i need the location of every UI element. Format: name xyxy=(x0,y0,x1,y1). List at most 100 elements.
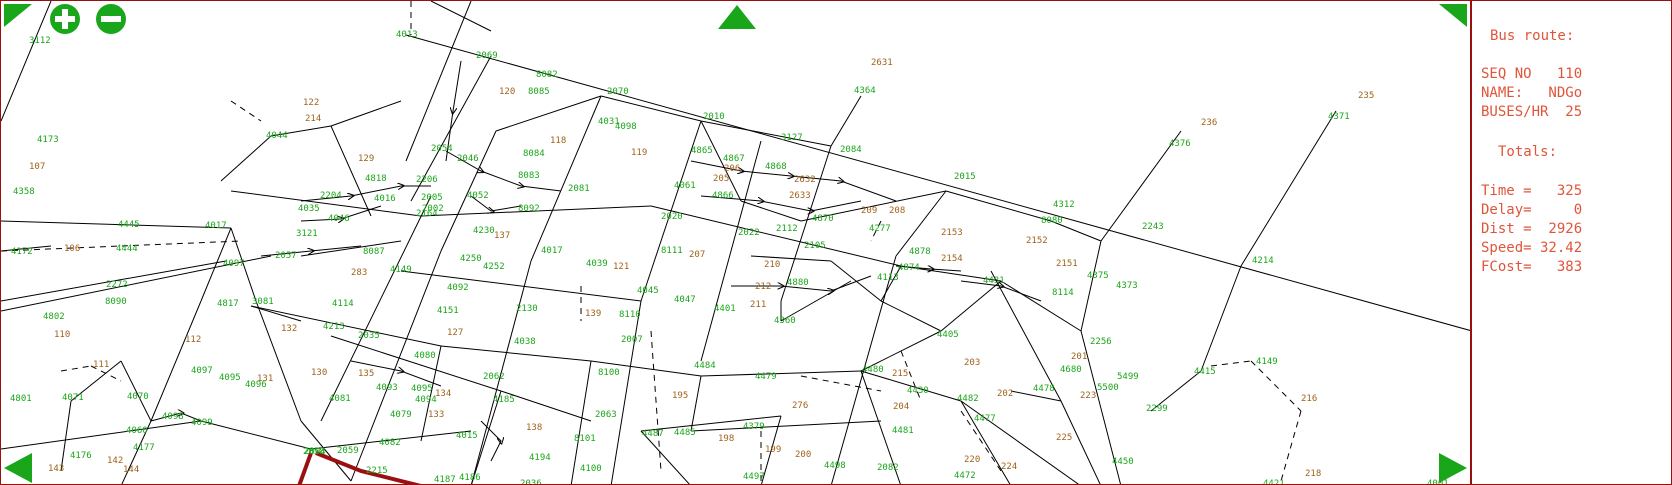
buses-per-hour: BUSES/HR 25 xyxy=(1481,104,1583,120)
node-label: 2204 xyxy=(320,191,342,201)
node-label: 4060 xyxy=(126,426,148,436)
node-label: 4194 xyxy=(529,453,551,463)
node-label: 4185 xyxy=(493,395,515,405)
node-label: 4070 xyxy=(127,392,149,402)
node-label: 216 xyxy=(1301,394,1317,404)
pan-left-button[interactable] xyxy=(3,452,33,484)
node-label: 2084 xyxy=(840,145,862,155)
node-label: 137 xyxy=(494,231,510,241)
node-label: 4017 xyxy=(205,221,227,231)
zoom-out-button[interactable] xyxy=(93,3,129,35)
node-label: 4039 xyxy=(586,259,608,269)
node-label: 4187 xyxy=(434,475,456,485)
node-label: 2005 xyxy=(421,193,443,203)
node-label: 2105 xyxy=(804,241,826,251)
node-label: 2130 xyxy=(516,304,538,314)
node-label: 2081 xyxy=(568,184,590,194)
node-label: 2070 xyxy=(607,87,629,97)
pan-up-right-button[interactable] xyxy=(1438,3,1468,29)
node-label: 2243 xyxy=(1142,222,1164,232)
pan-right-button[interactable] xyxy=(1438,452,1468,484)
total-fcost: FCost= 383 xyxy=(1481,259,1583,275)
node-label: 121 xyxy=(613,262,629,272)
node-label: 134 xyxy=(435,389,451,399)
node-label: 8082 xyxy=(536,70,558,80)
node-label: 4801 xyxy=(10,394,32,404)
network-map[interactable]: 3112 4013 2069 8082 8085 120 2631 4364 235 4371 23… xyxy=(0,0,1471,485)
node-label: 4498 xyxy=(824,461,846,471)
node-label: 4173 xyxy=(37,135,59,145)
node-label: 4250 xyxy=(460,254,482,264)
node-label: 4045 xyxy=(637,286,659,296)
node-label: 4497 xyxy=(743,472,765,482)
node-label: 3081 xyxy=(252,297,274,307)
total-speed: Speed= 32.42 xyxy=(1481,240,1583,256)
node-label: 215 xyxy=(892,369,908,379)
node-label: 2069 xyxy=(476,51,498,61)
node-label: 2164 xyxy=(416,209,438,219)
node-label: 8111 xyxy=(661,246,683,256)
node-label: 4071 xyxy=(62,393,84,403)
node-label: 4472 xyxy=(954,471,976,481)
node-label: 199 xyxy=(765,445,781,455)
node-label: 4485 xyxy=(674,428,696,438)
node-label: 4373 xyxy=(1116,281,1138,291)
node-label: 4015 xyxy=(456,431,478,441)
node-label: 4379 xyxy=(743,422,765,432)
route-info-panel: Bus route: SEQ NO 110 NAME: NDGo BUSES/H… xyxy=(1471,0,1672,485)
pan-up-left-button[interactable] xyxy=(3,3,33,29)
node-label: 4035 xyxy=(298,204,320,214)
node-label: 207 xyxy=(689,250,705,260)
node-label: 2035 xyxy=(358,331,380,341)
node-label: 4093 xyxy=(376,383,398,393)
total-time: Time = 325 xyxy=(1481,183,1583,199)
node-label: 4114 xyxy=(332,299,354,309)
node-label: 4095 xyxy=(411,384,433,394)
node-label: 2272 xyxy=(106,280,128,290)
node-label: 3121 xyxy=(296,229,318,239)
node-label: 118 xyxy=(550,136,566,146)
node-label: 132 xyxy=(281,324,297,334)
node-label: 235 xyxy=(1358,91,1374,101)
node-label: 4214 xyxy=(1252,256,1274,266)
node-label: 2022 xyxy=(738,228,760,238)
node-label: 225 xyxy=(1056,433,1072,443)
node-label: 4100 xyxy=(580,464,602,474)
node-label: 4098 xyxy=(615,122,637,132)
node-label: 4481 xyxy=(892,426,914,436)
node-label: 4252 xyxy=(483,262,505,272)
node-label: 4016 xyxy=(374,194,396,204)
node-label: 2206 xyxy=(416,175,438,185)
pan-up-button[interactable] xyxy=(717,4,757,30)
totals-title: Totals: xyxy=(1498,144,1558,160)
seq-no: SEQ NO 110 xyxy=(1481,66,1583,82)
node-label: 4868 xyxy=(765,162,787,172)
node-label: 2057 xyxy=(275,251,297,261)
node-label: 8101 xyxy=(574,434,596,444)
node-label: 4061 xyxy=(674,181,696,191)
node-label: 2632 xyxy=(794,175,816,185)
node-label: 4870 xyxy=(812,214,834,224)
node-label: 112 xyxy=(185,335,201,345)
node-label: 4097 xyxy=(223,259,245,269)
zoom-in-button[interactable] xyxy=(47,3,83,35)
node-label: 8080 xyxy=(1041,216,1063,226)
node-label: 4080 xyxy=(414,351,436,361)
node-label: 4479 xyxy=(755,372,777,382)
node-label: 4038 xyxy=(514,337,536,347)
node-label: 4477 xyxy=(974,414,996,424)
node-label: 4818 xyxy=(365,174,387,184)
node-label: 4478 xyxy=(1033,384,1055,394)
road-network[interactable]: 3112 4013 2069 8082 8085 120 2631 4364 235 4371 23… xyxy=(1,1,1471,485)
node-label: 4099 xyxy=(191,418,213,428)
node-label: 4097 xyxy=(191,366,213,376)
node-label: 2082 xyxy=(877,463,899,473)
node-label: 4880 xyxy=(787,278,809,288)
node-label: 276 xyxy=(792,401,808,411)
node-label: 4094 xyxy=(415,395,437,405)
node-label: 206 xyxy=(724,164,740,174)
node-label: 4364 xyxy=(854,86,876,96)
node-label: 110 xyxy=(54,330,70,340)
node-label: 8092 xyxy=(518,204,540,214)
node-label: 4802 xyxy=(43,312,65,322)
